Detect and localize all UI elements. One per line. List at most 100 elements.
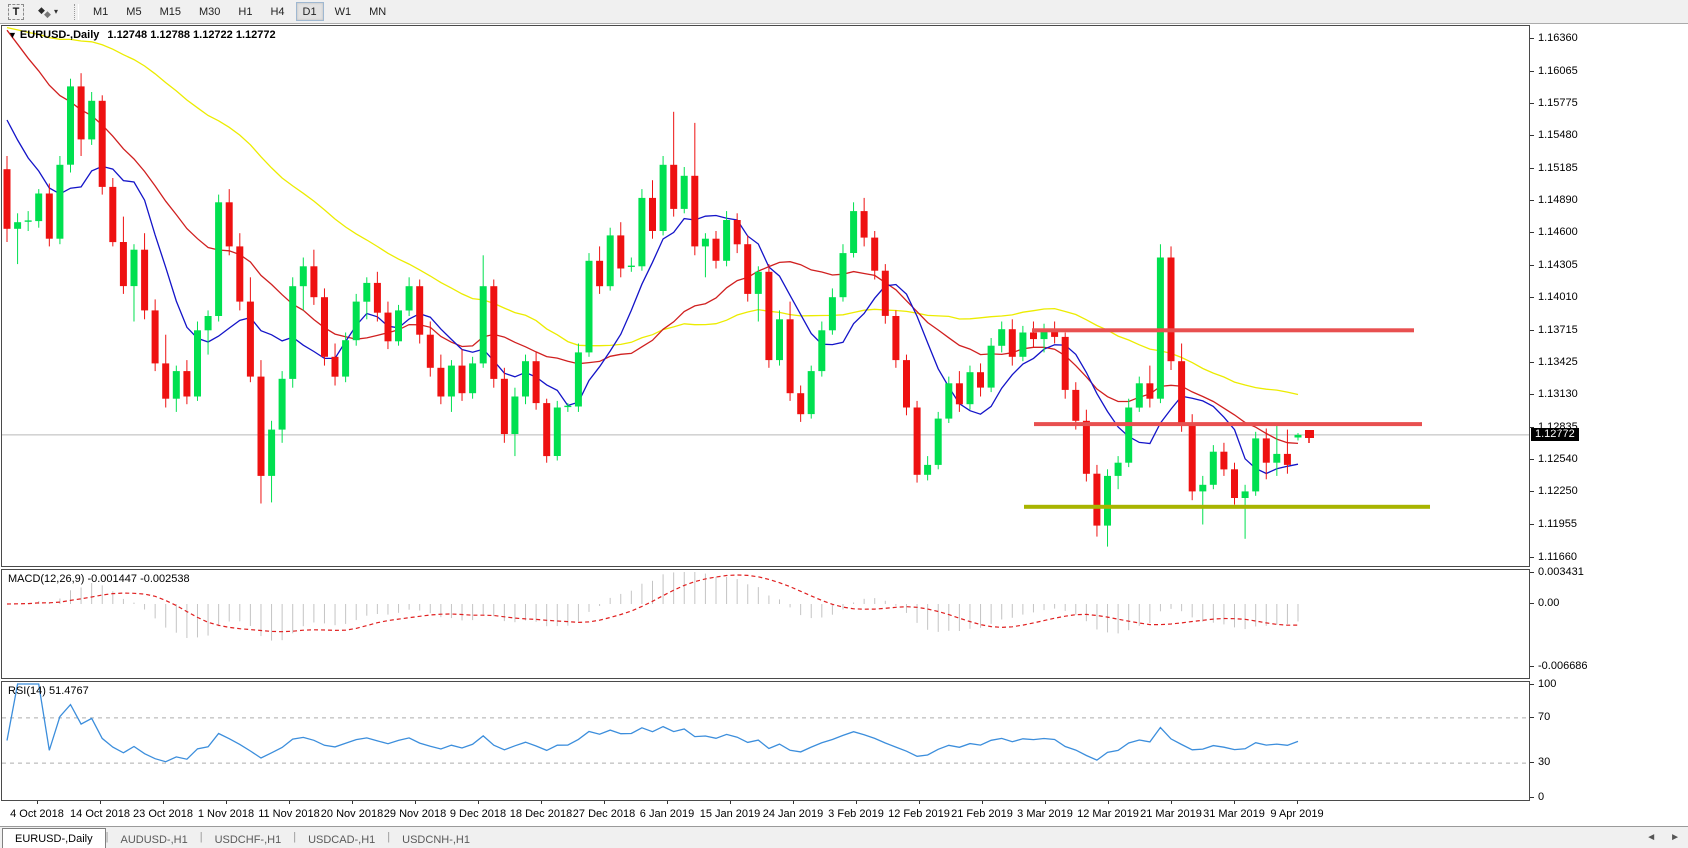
resistance-line[interactable] bbox=[1032, 328, 1414, 332]
candle-body bbox=[998, 329, 1005, 346]
rsi-scale-label-tick bbox=[1530, 717, 1534, 718]
price-label-tick bbox=[1530, 103, 1534, 104]
candle-body bbox=[1136, 383, 1143, 407]
candle-body bbox=[247, 302, 254, 377]
candle-body bbox=[607, 235, 614, 286]
date-label: 29 Nov 2018 bbox=[384, 808, 446, 820]
timeframe-m15[interactable]: M15 bbox=[153, 2, 188, 21]
candle-body bbox=[4, 169, 11, 229]
macd-scale-label-tick bbox=[1530, 666, 1534, 667]
candle-body bbox=[300, 266, 307, 286]
candle-body bbox=[744, 244, 751, 294]
candle-body bbox=[723, 220, 730, 261]
candle-body bbox=[649, 198, 656, 231]
candle-body bbox=[1062, 337, 1069, 390]
chart-tab-usdcnh[interactable]: USDCNH-,H1 bbox=[390, 830, 482, 848]
chart-tab-usdcad[interactable]: USDCAD-,H1 bbox=[296, 830, 387, 848]
resistance-line[interactable] bbox=[1034, 422, 1422, 426]
date-tick bbox=[478, 801, 479, 804]
rsi-canvas[interactable] bbox=[2, 682, 1529, 800]
rsi-panel[interactable]: RSI(14) 51.4767 bbox=[1, 681, 1530, 801]
price-label: 1.12835 bbox=[1538, 421, 1578, 433]
date-label: 14 Oct 2018 bbox=[70, 808, 130, 820]
price-label: 1.11955 bbox=[1538, 518, 1577, 530]
candle-body bbox=[46, 194, 53, 239]
macd-panel[interactable]: MACD(12,26,9) -0.001447 -0.002538 bbox=[1, 569, 1530, 679]
price-chart-canvas[interactable] bbox=[2, 26, 1529, 566]
timeframe-d1[interactable]: D1 bbox=[296, 2, 324, 21]
timeframe-m5[interactable]: M5 bbox=[119, 2, 148, 21]
candle-body bbox=[1072, 390, 1079, 421]
candle-body bbox=[236, 246, 243, 301]
macd-scale-label-tick bbox=[1530, 603, 1534, 604]
candle-body bbox=[956, 383, 963, 404]
price-label: 1.14305 bbox=[1538, 259, 1578, 271]
timeframe-h1[interactable]: H1 bbox=[231, 2, 259, 21]
toolbar: T ◆◆ ▾ M1M5 M15M30H1H4 D1W1MN bbox=[0, 0, 1688, 24]
candle-body bbox=[575, 352, 582, 406]
tab-scroll-left-icon[interactable]: ◄ bbox=[1646, 832, 1656, 843]
candle-body bbox=[734, 220, 741, 244]
price-label-tick bbox=[1530, 168, 1534, 169]
candle-body bbox=[501, 379, 508, 434]
price-label: 1.16065 bbox=[1538, 65, 1578, 77]
indicator-cycle-button[interactable]: ◆◆ ▾ bbox=[33, 3, 63, 21]
candle-body bbox=[554, 408, 561, 457]
rsi-scale-label: 100 bbox=[1538, 678, 1556, 690]
price-label: 1.12540 bbox=[1538, 453, 1578, 465]
price-label-tick bbox=[1530, 394, 1534, 395]
price-label-tick bbox=[1530, 265, 1534, 266]
date-tick bbox=[856, 801, 857, 804]
candle-body bbox=[660, 165, 667, 231]
ma-fast-line bbox=[7, 120, 1298, 474]
timeframe-m1[interactable]: M1 bbox=[86, 2, 115, 21]
candle-body bbox=[776, 319, 783, 360]
candle-body bbox=[205, 316, 212, 330]
candle-body bbox=[1168, 258, 1175, 362]
candle-body bbox=[480, 286, 487, 363]
rsi-scale-label-tick bbox=[1530, 762, 1534, 763]
macd-canvas[interactable] bbox=[2, 570, 1529, 678]
timeframe-h4[interactable]: H4 bbox=[263, 2, 291, 21]
chart-tab-audusd[interactable]: AUDUSD-,H1 bbox=[108, 830, 199, 848]
date-axis: 4 Oct 201814 Oct 201823 Oct 20181 Nov 20… bbox=[0, 801, 1688, 826]
candle-body bbox=[35, 194, 42, 222]
price-label-tick bbox=[1530, 71, 1534, 72]
price-label: 1.13715 bbox=[1538, 324, 1578, 336]
candle-body bbox=[1189, 423, 1196, 491]
candle-body bbox=[765, 272, 772, 360]
candle-body bbox=[829, 297, 836, 330]
candle-body bbox=[268, 430, 275, 476]
date-tick bbox=[1297, 801, 1298, 804]
date-label: 12 Mar 2019 bbox=[1077, 808, 1139, 820]
rsi-label: RSI(14) 51.4767 bbox=[8, 685, 89, 697]
tab-scroll-right-icon[interactable]: ► bbox=[1670, 832, 1680, 843]
candle-body bbox=[437, 368, 444, 397]
date-label: 23 Oct 2018 bbox=[133, 808, 193, 820]
price-label-tick bbox=[1530, 135, 1534, 136]
candle-body bbox=[109, 187, 116, 242]
timeframe-mn[interactable]: MN bbox=[362, 2, 393, 21]
chart-ohlc: 1.12748 1.12788 1.12722 1.12772 bbox=[107, 29, 275, 41]
indicator-cycle-icon: ◆◆ bbox=[38, 6, 52, 18]
date-tick bbox=[100, 801, 101, 804]
date-label: 20 Nov 2018 bbox=[321, 808, 383, 820]
date-label: 3 Feb 2019 bbox=[828, 808, 884, 820]
chart-tab-eurusd[interactable]: EURUSD-,Daily bbox=[2, 828, 106, 848]
candle-body bbox=[1030, 333, 1037, 340]
candle-body bbox=[1146, 383, 1153, 398]
tab-scroll-arrows: ◄ ► bbox=[1646, 832, 1680, 843]
timeframe-w1[interactable]: W1 bbox=[328, 2, 359, 21]
chart-tab-usdchf[interactable]: USDCHF-,H1 bbox=[203, 830, 294, 848]
price-label-tick bbox=[1530, 459, 1534, 460]
candle-body bbox=[755, 272, 762, 294]
candle-body bbox=[596, 261, 603, 286]
timeframe-m30[interactable]: M30 bbox=[192, 2, 227, 21]
candle-body bbox=[935, 419, 942, 465]
text-tool-button[interactable]: T bbox=[8, 4, 24, 20]
main-chart-panel[interactable]: ▼ EURUSD-,Daily 1.12748 1.12788 1.12722 … bbox=[1, 25, 1530, 567]
price-pointer-marker[interactable] bbox=[1305, 430, 1314, 438]
date-label: 18 Dec 2018 bbox=[510, 808, 572, 820]
macd-scale-label: -0.006686 bbox=[1538, 660, 1588, 672]
support-line[interactable] bbox=[1024, 505, 1430, 509]
